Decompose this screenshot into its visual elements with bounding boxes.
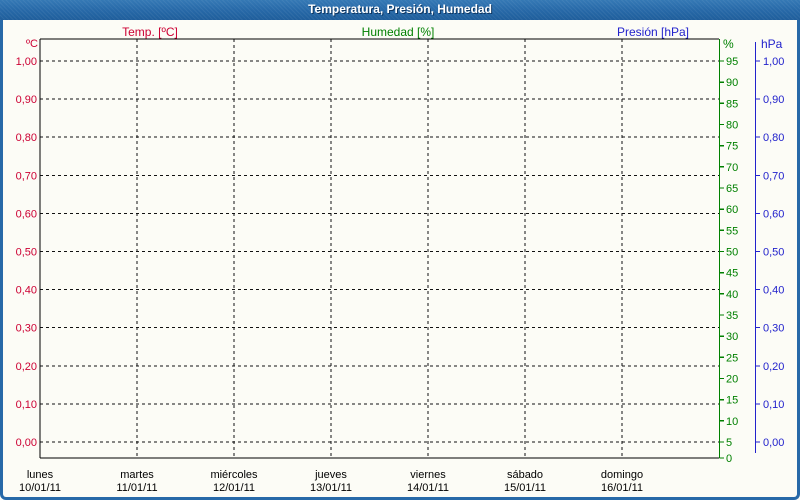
svg-text:50: 50 [726,247,738,259]
svg-text:lunes: lunes [27,469,54,481]
svg-text:1,00: 1,00 [763,56,784,68]
svg-text:80: 80 [726,120,738,132]
svg-text:0,20: 0,20 [16,361,37,373]
svg-text:70: 70 [726,162,738,174]
svg-text:viernes: viernes [410,469,446,481]
svg-text:60: 60 [726,204,738,216]
svg-text:85: 85 [726,98,738,110]
svg-text:1,00: 1,00 [16,56,37,68]
svg-text:15: 15 [726,395,738,407]
svg-text:30: 30 [726,331,738,343]
svg-text:5: 5 [726,437,732,449]
svg-text:0,30: 0,30 [16,323,37,335]
legend-temperature: Temp. [ºC] [122,25,178,39]
svg-text:0,10: 0,10 [16,399,37,411]
svg-text:sábado: sábado [507,469,543,481]
svg-text:0,50: 0,50 [16,247,37,259]
svg-text:14/01/11: 14/01/11 [407,482,449,494]
chart-canvas: 1,00 0,90 0,80 0,70 0,60 0,50 0,40 0,30 0,20 0,10… [16,38,784,494]
svg-text:0,90: 0,90 [763,94,784,106]
left-axis-unit-label: ºC [26,38,38,50]
svg-text:0,70: 0,70 [763,170,784,182]
svg-text:16/01/11: 16/01/11 [601,482,643,494]
svg-text:11/01/11: 11/01/11 [116,482,157,494]
svg-text:35: 35 [726,310,738,322]
svg-text:12/01/11: 12/01/11 [213,482,255,494]
svg-text:0,90: 0,90 [16,94,37,106]
svg-text:0,00: 0,00 [16,437,37,449]
svg-text:15/01/11: 15/01/11 [504,482,546,494]
legend-humidity: Humedad [%] [361,25,435,39]
svg-text:miércoles: miércoles [210,469,258,481]
svg-text:martes: martes [120,469,154,481]
svg-text:45: 45 [726,268,738,280]
svg-text:10: 10 [726,416,738,428]
svg-text:13/01/11: 13/01/11 [310,482,352,494]
svg-text:0,40: 0,40 [763,285,784,297]
svg-text:0,00: 0,00 [763,437,784,449]
svg-text:0,80: 0,80 [763,132,784,144]
svg-text:0,80: 0,80 [16,132,37,144]
svg-text:90: 90 [726,77,738,89]
svg-text:10/01/11: 10/01/11 [19,482,61,494]
svg-text:0,30: 0,30 [763,323,784,335]
legend-pressure: Presión [hPa] [616,25,690,39]
svg-text:0,10: 0,10 [763,399,784,411]
app-window: Temperatura, Presión, Humedad 1,00 0,90 0,… [0,0,800,500]
svg-text:95: 95 [726,56,738,68]
svg-text:0,20: 0,20 [763,361,784,373]
right-outer-axis-unit-label: hPa [761,37,783,51]
svg-text:0: 0 [726,453,732,465]
svg-text:65: 65 [726,183,738,195]
svg-text:20: 20 [726,374,738,386]
svg-text:40: 40 [726,289,738,301]
right-inner-axis-unit-label: % [723,37,734,51]
svg-text:0,50: 0,50 [763,247,784,259]
svg-text:0,70: 0,70 [16,170,37,182]
svg-text:75: 75 [726,141,738,153]
svg-text:domingo: domingo [601,469,643,481]
svg-text:25: 25 [726,352,738,364]
svg-text:55: 55 [726,225,738,237]
svg-text:0,60: 0,60 [763,208,784,220]
svg-text:jueves: jueves [314,469,347,481]
svg-text:0,60: 0,60 [16,208,37,220]
svg-text:0,40: 0,40 [16,285,37,297]
